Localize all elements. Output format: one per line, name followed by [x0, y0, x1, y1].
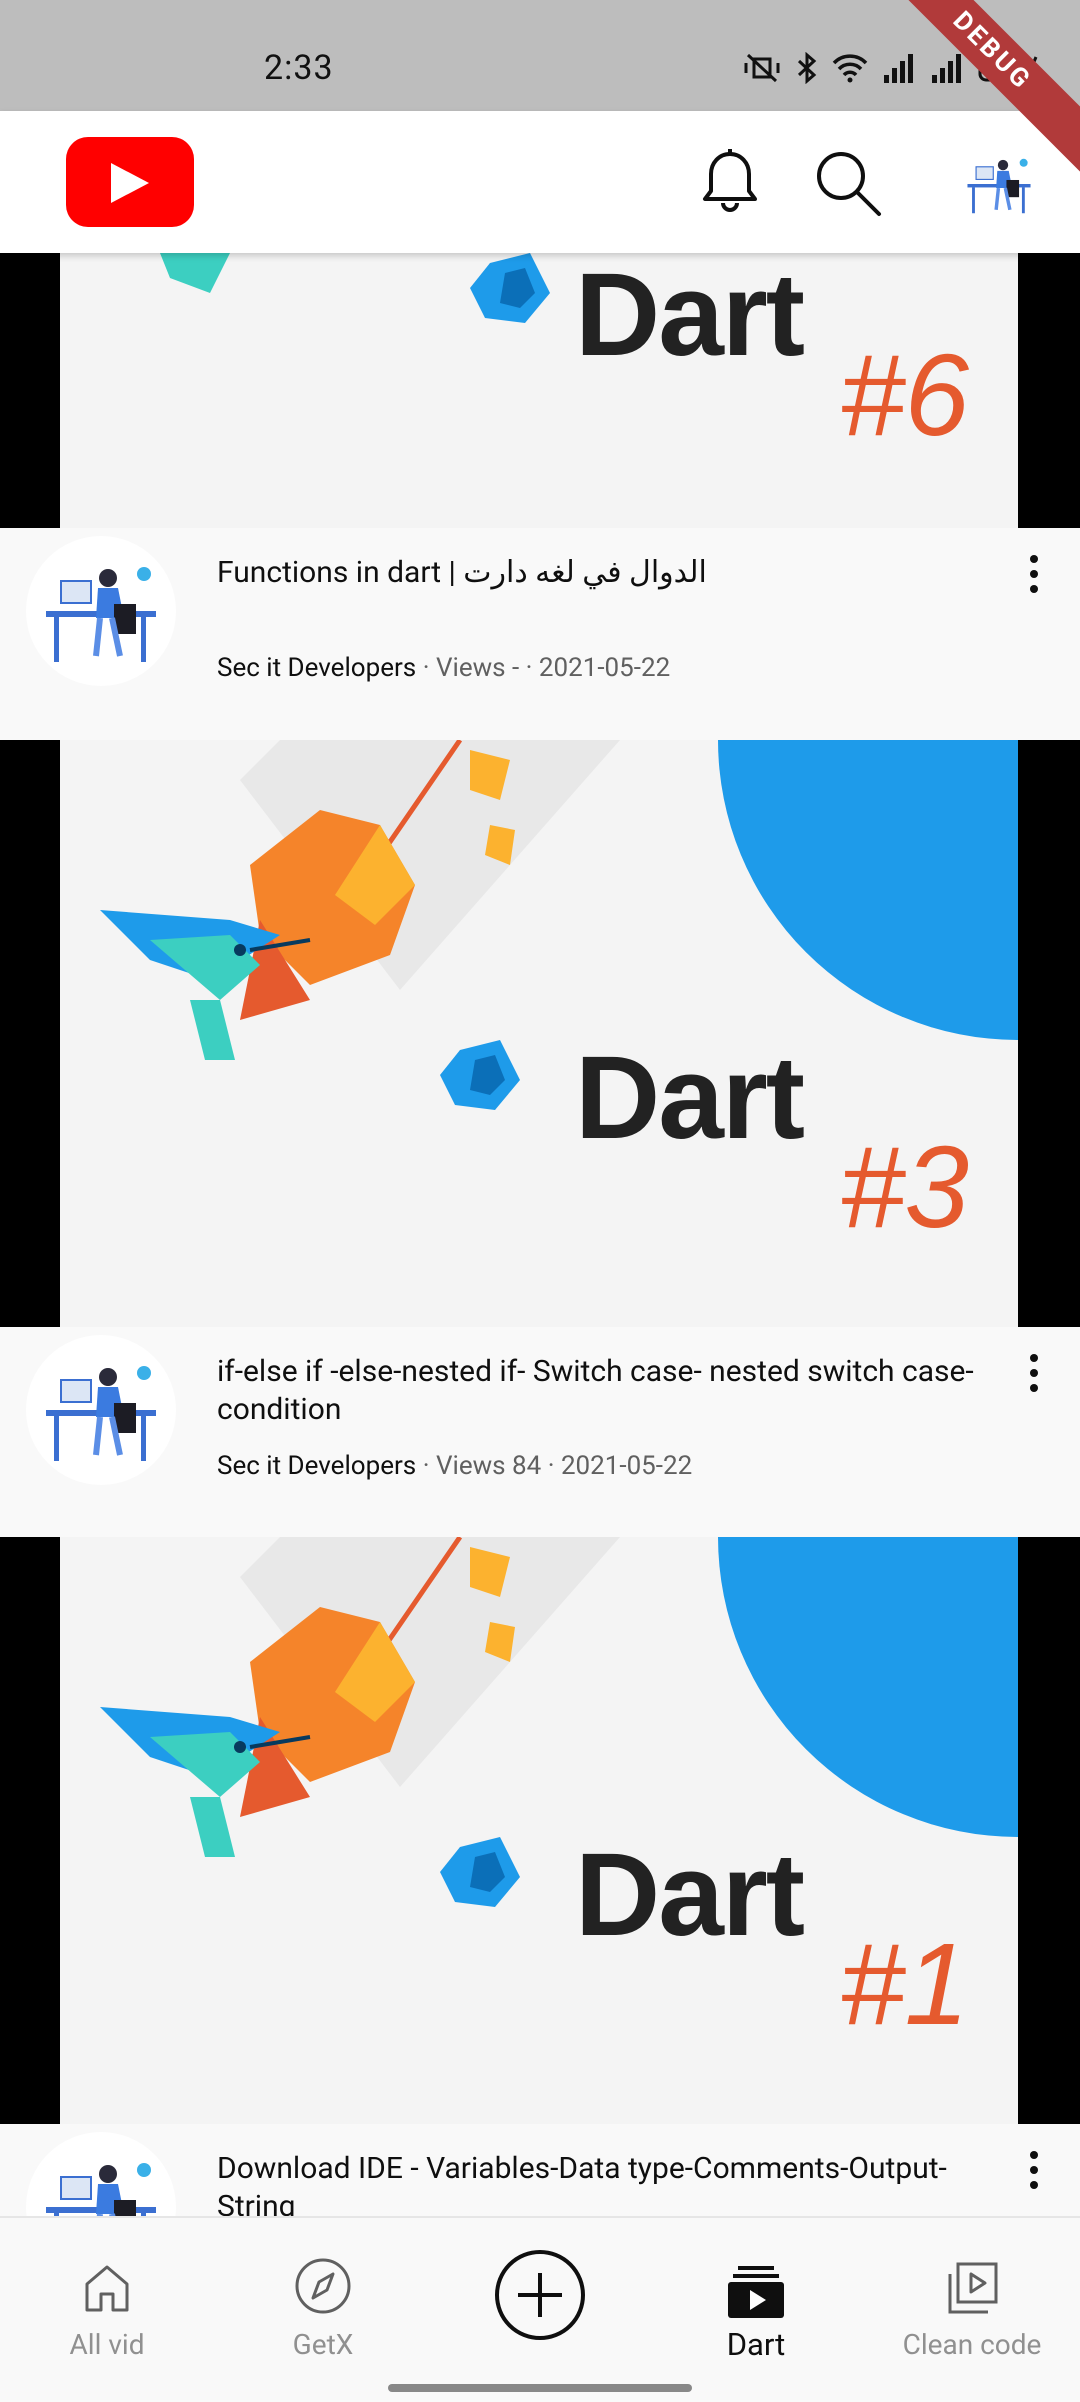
app-bar: [0, 111, 1080, 253]
thumb-episode: #1: [840, 1919, 970, 2049]
search-icon[interactable]: [810, 145, 884, 219]
bottom-navigation: All vid GetX Dart Clean code: [0, 2216, 1080, 2402]
thumb-title: Dart: [575, 1829, 805, 1961]
mute-vibrate-icon: [744, 53, 780, 83]
channel-avatar[interactable]: [26, 2132, 176, 2216]
channel-name[interactable]: Sec it Developers: [217, 1451, 416, 1481]
thumb-title: Dart: [575, 253, 805, 381]
channel-avatar[interactable]: [26, 1335, 176, 1485]
nav-dart[interactable]: Dart: [666, 2218, 846, 2368]
view-count: Views 84: [435, 1451, 542, 1481]
compass-icon: [295, 2258, 351, 2314]
nav-all-vid[interactable]: All vid: [17, 2218, 197, 2368]
video-subtitle: Sec it Developers · Views - · 2021-05-22: [217, 653, 671, 683]
nav-label: GetX: [292, 2328, 354, 2361]
developer-illustration-icon: [46, 567, 156, 662]
library-icon: [948, 2262, 998, 2314]
developer-illustration-icon: [46, 1366, 156, 1461]
video-title[interactable]: Download IDE - Variables-Data type-Comme…: [217, 2150, 977, 2216]
bell-icon[interactable]: [693, 145, 767, 219]
wifi-icon: [832, 54, 868, 83]
nav-label: All vid: [69, 2328, 145, 2361]
nav-label: Clean code: [902, 2328, 1042, 2361]
video-thumbnail[interactable]: Dart #6: [0, 253, 1080, 528]
nav-getx[interactable]: GetX: [233, 2218, 413, 2368]
home-icon: [85, 2265, 129, 2312]
video-meta: Download IDE - Variables-Data type-Comme…: [0, 2124, 1080, 2216]
more-vert-icon[interactable]: [1028, 2150, 1040, 2190]
developer-illustration-icon: [46, 2163, 156, 2216]
video-thumbnail[interactable]: Dart #3: [0, 740, 1080, 1327]
developer-illustration-icon: [967, 158, 1031, 214]
bluetooth-icon: [797, 52, 817, 84]
more-vert-icon[interactable]: [1028, 554, 1040, 594]
channel-name[interactable]: Sec it Developers: [217, 653, 416, 683]
video-title[interactable]: if-else if -else-nested if- Switch case-…: [217, 1353, 977, 1429]
nav-label: Dart: [726, 2326, 786, 2363]
thumb-episode: #6: [840, 330, 970, 460]
profile-avatar[interactable]: [956, 141, 1042, 227]
more-vert-icon[interactable]: [1028, 1353, 1040, 1393]
nav-create[interactable]: [450, 2218, 630, 2368]
thumb-episode: #3: [840, 1122, 970, 1252]
thumb-title: Dart: [575, 1032, 805, 1164]
status-bar: 2:33: [0, 0, 1080, 111]
status-time: 2:33: [264, 48, 334, 88]
channel-avatar[interactable]: [26, 536, 176, 686]
youtube-logo-icon[interactable]: [66, 137, 194, 227]
video-title[interactable]: Functions in dart | الدوال في لغه دارت: [217, 554, 977, 592]
video-meta: Functions in dart | الدوال في لغه دارت S…: [0, 528, 1080, 738]
home-indicator[interactable]: [388, 2384, 692, 2392]
upload-date: 2021-05-22: [538, 653, 671, 683]
video-subtitle: Sec it Developers · Views 84 · 2021-05-2…: [217, 1451, 693, 1481]
nav-clean-code[interactable]: Clean code: [882, 2218, 1062, 2368]
video-thumbnail[interactable]: Dart #1: [0, 1537, 1080, 2124]
video-meta: if-else if -else-nested if- Switch case-…: [0, 1327, 1080, 1537]
signal-icon-2: [932, 54, 961, 83]
view-count: Views -: [435, 653, 520, 683]
video-feed[interactable]: Dart #6 Functions in dart | الدوال في لغ…: [0, 253, 1080, 2216]
subscriptions-icon: [728, 2266, 784, 2318]
signal-icon-1: [884, 54, 913, 83]
add-circle-icon: [495, 2250, 585, 2340]
upload-date: 2021-05-22: [560, 1451, 693, 1481]
